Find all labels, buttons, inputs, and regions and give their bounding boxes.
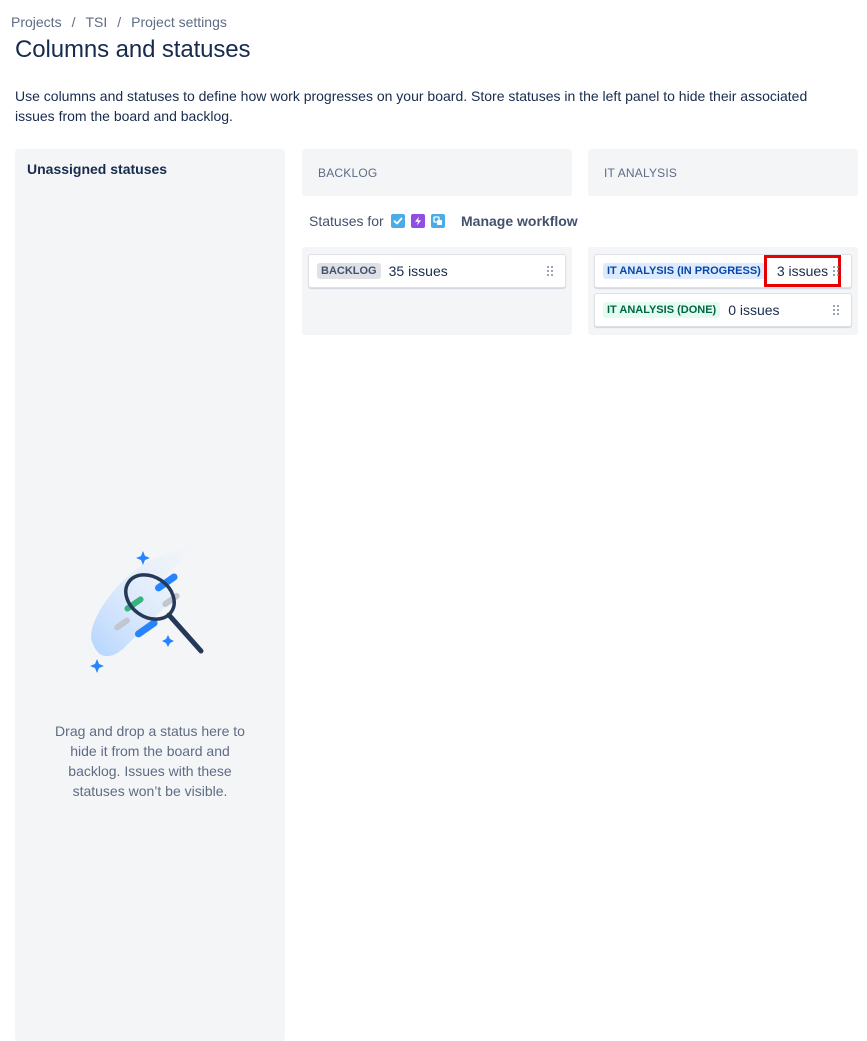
- breadcrumb-projects[interactable]: Projects: [11, 14, 62, 30]
- column-drop-zone-it-analysis[interactable]: IT ANALYSIS (IN PROGRESS) 3 issues IT AN…: [588, 247, 858, 335]
- status-card-it-analysis-in-progress[interactable]: IT ANALYSIS (IN PROGRESS) 3 issues: [594, 254, 852, 288]
- column-title: BACKLOG: [318, 166, 378, 180]
- manage-workflow-link[interactable]: Manage workflow: [461, 213, 578, 229]
- task-icon: [390, 214, 405, 228]
- drag-handle-icon[interactable]: [833, 305, 839, 315]
- unassigned-statuses-title: Unassigned statuses: [27, 161, 168, 177]
- column-drop-zone-backlog[interactable]: BACKLOG 35 issues: [302, 247, 572, 335]
- status-card-it-analysis-done[interactable]: IT ANALYSIS (DONE) 0 issues: [594, 293, 852, 327]
- breadcrumb-project-settings[interactable]: Project settings: [131, 14, 227, 30]
- unassigned-help-text: Drag and drop a status here to hide it f…: [55, 723, 245, 799]
- status-lozenge: IT ANALYSIS (IN PROGRESS): [603, 263, 765, 279]
- unassigned-statuses-panel[interactable]: Unassigned statuses Drag and drop a stat…: [15, 149, 285, 1041]
- issue-count-highlighted: 3 issues: [763, 255, 842, 287]
- column-header-it-analysis[interactable]: IT ANALYSIS: [588, 149, 858, 196]
- page-description: Use columns and statuses to define how w…: [15, 88, 808, 124]
- breadcrumb-separator: /: [71, 14, 76, 30]
- breadcrumb: Projects / TSI / Project settings: [11, 14, 227, 30]
- issue-count: 0 issues: [728, 302, 780, 318]
- page-title: Columns and statuses: [15, 36, 251, 63]
- breadcrumb-tsi[interactable]: TSI: [85, 14, 107, 30]
- drag-handle-icon[interactable]: [547, 266, 553, 276]
- subtask-icon: [430, 214, 445, 228]
- status-lozenge: IT ANALYSIS (DONE): [603, 302, 721, 318]
- statuses-for-label: Statuses for: [309, 213, 384, 229]
- drag-handle-icon[interactable]: [833, 266, 839, 276]
- status-lozenge: BACKLOG: [317, 263, 381, 279]
- breadcrumb-separator: /: [117, 14, 122, 30]
- column-header-backlog[interactable]: BACKLOG: [302, 149, 572, 196]
- badminton-racket-illustration: [90, 539, 204, 673]
- statuses-for: Statuses for: [309, 213, 451, 229]
- issue-count: 35 issues: [388, 263, 448, 279]
- status-card-backlog[interactable]: BACKLOG 35 issues: [308, 254, 566, 288]
- epic-icon: [410, 214, 425, 228]
- column-title: IT ANALYSIS: [604, 166, 678, 180]
